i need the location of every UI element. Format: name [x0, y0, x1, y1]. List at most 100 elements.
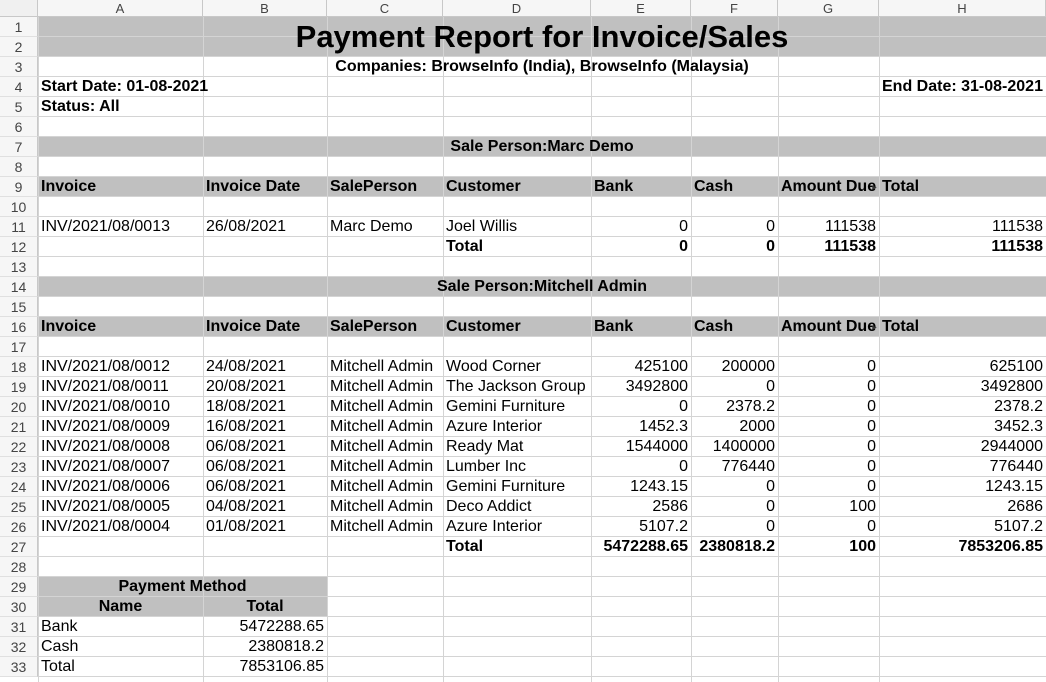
table-cell[interactable]: INV/2021/08/0012 — [38, 357, 203, 377]
row-header[interactable]: 6 — [0, 117, 38, 137]
sale-person-heading[interactable]: Sale Person:Mitchell Admin — [38, 277, 1046, 297]
table-cell[interactable]: 2586 — [591, 497, 691, 517]
table-cell[interactable]: 425100 — [591, 357, 691, 377]
row-header[interactable]: 17 — [0, 337, 38, 357]
total-label[interactable]: Total — [443, 237, 591, 257]
column-label-bank[interactable]: Bank — [591, 317, 691, 337]
column-label-customer[interactable]: Customer — [443, 177, 591, 197]
row-header[interactable]: 9 — [0, 177, 38, 197]
table-cell[interactable]: 2000 — [691, 417, 778, 437]
payment-method-title[interactable]: Payment Method — [38, 577, 327, 597]
row-header[interactable]: 11 — [0, 217, 38, 237]
column-header-a[interactable]: A — [38, 0, 203, 17]
payment-method-total[interactable]: 5472288.65 — [203, 617, 327, 637]
row-header[interactable]: 12 — [0, 237, 38, 257]
payment-method-name[interactable]: Bank — [38, 617, 203, 637]
table-cell[interactable]: 2378.2 — [879, 397, 1046, 417]
table-cell[interactable]: Mitchell Admin — [327, 497, 443, 517]
row-header[interactable]: 10 — [0, 197, 38, 217]
chevron-right-icon[interactable]: ▸ — [870, 177, 879, 197]
table-cell[interactable]: 06/08/2021 — [203, 437, 327, 457]
table-cell[interactable]: Deco Addict — [443, 497, 591, 517]
column-header-b[interactable]: B — [203, 0, 327, 17]
row-header[interactable]: 28 — [0, 557, 38, 577]
payment-method-name[interactable]: Cash — [38, 637, 203, 657]
table-cell[interactable]: 1452.3 — [591, 417, 691, 437]
table-cell[interactable]: Ready Mat — [443, 437, 591, 457]
column-label-total[interactable]: Total — [879, 177, 1046, 197]
table-cell[interactable]: Azure Interior — [443, 517, 591, 537]
table-cell[interactable]: 625100 — [879, 357, 1046, 377]
row-header[interactable]: 26 — [0, 517, 38, 537]
row-header[interactable]: 13 — [0, 257, 38, 277]
column-label-bank[interactable]: Bank — [591, 177, 691, 197]
table-cell[interactable]: Mitchell Admin — [327, 517, 443, 537]
column-label-amount-due[interactable]: Amount Due — [778, 317, 879, 337]
table-cell[interactable]: 0 — [778, 457, 879, 477]
row-header[interactable]: 32 — [0, 637, 38, 657]
row-header[interactable]: 25 — [0, 497, 38, 517]
table-cell[interactable]: 0 — [691, 517, 778, 537]
column-label-invoice-date[interactable]: Invoice Date — [203, 317, 327, 337]
table-cell[interactable]: Mitchell Admin — [327, 457, 443, 477]
row-header[interactable]: 22 — [0, 437, 38, 457]
row-header[interactable]: 18 — [0, 357, 38, 377]
table-cell[interactable]: INV/2021/08/0007 — [38, 457, 203, 477]
table-cell[interactable]: 1544000 — [591, 437, 691, 457]
table-cell[interactable]: INV/2021/08/0006 — [38, 477, 203, 497]
column-header-f[interactable]: F — [691, 0, 778, 17]
row-header[interactable]: 20 — [0, 397, 38, 417]
column-label-cash[interactable]: Cash — [691, 177, 778, 197]
spreadsheet[interactable]: A B C D E F G H 1 2 3 4 5 6 7 8 9 10 11 12 13 14 15 16 17 18 19 20 2… — [0, 0, 1046, 682]
table-cell[interactable]: 0 — [691, 217, 778, 237]
row-header[interactable]: 29 — [0, 577, 38, 597]
table-cell[interactable]: 20/08/2021 — [203, 377, 327, 397]
table-cell[interactable]: 1400000 — [691, 437, 778, 457]
start-date[interactable]: Start Date: 01-08-2021 — [38, 77, 443, 97]
table-cell[interactable]: Marc Demo — [327, 217, 443, 237]
table-cell[interactable]: INV/2021/08/0010 — [38, 397, 203, 417]
table-cell[interactable]: 0 — [691, 377, 778, 397]
table-cell[interactable]: Mitchell Admin — [327, 437, 443, 457]
table-cell[interactable]: INV/2021/08/0005 — [38, 497, 203, 517]
end-date[interactable]: End Date: 31-08-2021 — [879, 77, 1046, 97]
table-cell[interactable]: INV/2021/08/0009 — [38, 417, 203, 437]
table-cell[interactable]: 3492800 — [591, 377, 691, 397]
table-cell[interactable]: Gemini Furniture — [443, 397, 591, 417]
table-cell[interactable]: 0 — [591, 397, 691, 417]
table-cell[interactable]: 0 — [778, 377, 879, 397]
table-cell[interactable]: 0 — [778, 357, 879, 377]
table-cell[interactable]: 3452.3 — [879, 417, 1046, 437]
table-cell[interactable]: INV/2021/08/0013 — [38, 217, 203, 237]
table-cell[interactable]: Mitchell Admin — [327, 357, 443, 377]
table-cell[interactable]: 0 — [778, 517, 879, 537]
table-cell[interactable]: 0 — [778, 417, 879, 437]
row-header[interactable]: 23 — [0, 457, 38, 477]
total-label[interactable]: Total — [443, 537, 591, 557]
chevron-right-icon[interactable]: ▸ — [870, 317, 879, 337]
row-header[interactable]: 15 — [0, 297, 38, 317]
table-cell[interactable]: 26/08/2021 — [203, 217, 327, 237]
table-cell[interactable]: 24/08/2021 — [203, 357, 327, 377]
sale-person-heading[interactable]: Sale Person:Marc Demo — [38, 137, 1046, 157]
column-header-g[interactable]: G — [778, 0, 879, 17]
payment-method-total[interactable]: 2380818.2 — [203, 637, 327, 657]
table-cell[interactable]: 06/08/2021 — [203, 457, 327, 477]
companies-line[interactable]: Companies: BrowseInfo (India), BrowseInf… — [38, 57, 1046, 77]
table-cell[interactable]: INV/2021/08/0011 — [38, 377, 203, 397]
table-cell[interactable]: Joel Willis — [443, 217, 591, 237]
total-value[interactable]: 0 — [691, 237, 778, 257]
table-cell[interactable]: 5107.2 — [591, 517, 691, 537]
total-value[interactable]: 100 — [778, 537, 879, 557]
column-label-total[interactable]: Total — [879, 317, 1046, 337]
table-cell[interactable]: Mitchell Admin — [327, 377, 443, 397]
row-header[interactable]: 16 — [0, 317, 38, 337]
table-cell[interactable]: Azure Interior — [443, 417, 591, 437]
column-header-c[interactable]: C — [327, 0, 443, 17]
payment-method-name[interactable]: Total — [38, 657, 203, 677]
row-header[interactable]: 14 — [0, 277, 38, 297]
table-cell[interactable]: 18/08/2021 — [203, 397, 327, 417]
total-value[interactable]: 5472288.65 — [591, 537, 691, 557]
column-label-invoice[interactable]: Invoice — [38, 317, 203, 337]
table-cell[interactable]: 0 — [778, 437, 879, 457]
